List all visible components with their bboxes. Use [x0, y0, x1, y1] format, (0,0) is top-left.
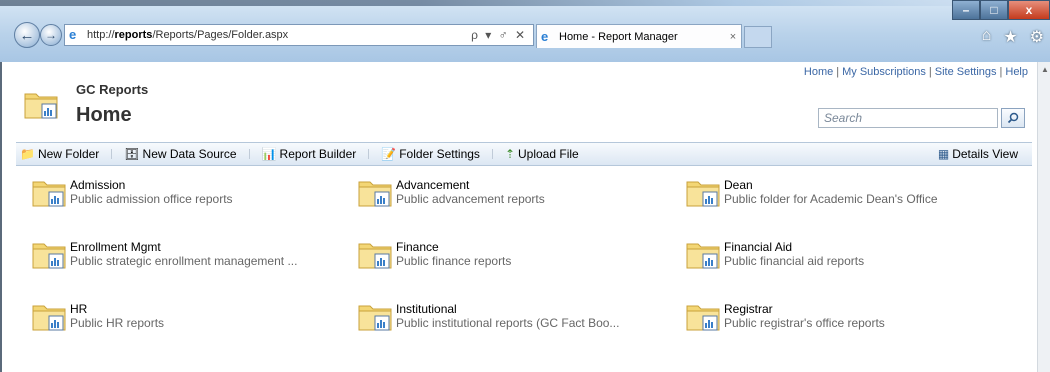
- favorites-star-icon[interactable]: ★: [1003, 27, 1017, 47]
- details-view-icon: ▦: [937, 147, 950, 161]
- folder-description: Public HR reports: [70, 316, 165, 330]
- folder-report-icon: [358, 240, 392, 273]
- folder-description: Public registrar's office reports: [724, 316, 885, 330]
- folder-description: Public folder for Academic Dean's Office: [724, 192, 938, 206]
- report-builder-label: Report Builder: [279, 147, 357, 161]
- toolbar-divider: [248, 149, 250, 159]
- folder-name[interactable]: Dean: [724, 178, 753, 192]
- maximize-button[interactable]: □: [980, 0, 1008, 20]
- vertical-scrollbar[interactable]: ▲: [1037, 62, 1050, 372]
- address-tools[interactable]: ρ ▾ ♂ ✕: [471, 28, 533, 42]
- forward-arrow-icon: →: [45, 28, 57, 42]
- folder-description: Public advancement reports: [396, 192, 545, 206]
- link-site-settings[interactable]: Site Settings: [935, 66, 997, 78]
- folder-report-icon: [32, 240, 66, 273]
- folder-settings-icon: 📝: [381, 147, 397, 161]
- folder-report-icon: [24, 93, 58, 119]
- folder-description: Public admission office reports: [70, 192, 233, 206]
- address-url[interactable]: http://reports/Reports/Pages/Folder.aspx: [87, 29, 471, 41]
- ie-tab-icon: e: [541, 28, 549, 44]
- close-window-button[interactable]: x: [1008, 0, 1050, 20]
- address-bar[interactable]: e http://reports/Reports/Pages/Folder.as…: [64, 24, 534, 46]
- folder-name[interactable]: Finance: [396, 240, 439, 254]
- upload-file-label: Upload File: [518, 147, 579, 161]
- folder-settings-label: Folder Settings: [399, 147, 480, 161]
- folder-name[interactable]: HR: [70, 302, 87, 316]
- new-folder-button[interactable]: 📁 New Folder: [16, 147, 103, 161]
- folder-name[interactable]: Registrar: [724, 302, 773, 316]
- link-help[interactable]: Help: [1005, 66, 1028, 78]
- folder-tile[interactable]: Financial Aid Public financial aid report…: [670, 240, 990, 276]
- details-view-button[interactable]: ▦ Details View: [934, 147, 1032, 161]
- folder-description: Public strategic enrollment management .…: [70, 254, 298, 268]
- report-toolbar: 📁 New Folder 🗄 New Data Source 📊 Report Bui…: [16, 142, 1032, 166]
- new-data-source-label: New Data Source: [142, 147, 237, 161]
- toolbar-divider: [368, 149, 370, 159]
- search-input[interactable]: Search: [818, 108, 998, 128]
- details-view-label: Details View: [952, 147, 1018, 161]
- browser-chrome: – □ x ← → e http://reports/Reports/Pages…: [0, 0, 1050, 62]
- folder-description: Public finance reports: [396, 254, 512, 268]
- folder-settings-button[interactable]: 📝 Folder Settings: [377, 147, 484, 161]
- upload-arrow-icon: ⇡: [504, 147, 515, 161]
- new-folder-label: New Folder: [37, 147, 100, 161]
- folder-report-icon: [686, 178, 720, 211]
- page-content: Home | My Subscriptions | Site Settings | Help…: [0, 62, 1050, 372]
- folder-tile[interactable]: Advancement Public advancement reports: [342, 178, 662, 214]
- toolbar-divider: [491, 149, 493, 159]
- tab-home-report-manager[interactable]: e Home - Report Manager ×: [536, 24, 742, 48]
- folder-report-icon: [32, 302, 66, 335]
- folder-report-icon: [358, 302, 392, 335]
- link-my-subscriptions[interactable]: My Subscriptions: [842, 66, 926, 78]
- toolbar-divider: [111, 149, 113, 159]
- folder-name[interactable]: Institutional: [396, 302, 457, 316]
- new-folder-icon: 📁: [20, 147, 35, 161]
- site-title[interactable]: GC Reports: [76, 82, 148, 97]
- folder-report-icon: [686, 240, 720, 273]
- link-home[interactable]: Home: [804, 66, 833, 78]
- folder-name[interactable]: Advancement: [396, 178, 469, 192]
- window-controls: – □ x: [952, 0, 1050, 20]
- folder-description: Public financial aid reports: [724, 254, 865, 268]
- folder-report-icon: [686, 302, 720, 335]
- folder-tile[interactable]: Registrar Public registrar's office repor…: [670, 302, 990, 338]
- folder-tile[interactable]: Admission Public admission office reports: [16, 178, 336, 214]
- top-links: Home | My Subscriptions | Site Settings | Help: [803, 66, 1028, 78]
- folder-tile[interactable]: Dean Public folder for Academic Dean's Of…: [670, 178, 990, 214]
- folder-name[interactable]: Financial Aid: [724, 240, 792, 254]
- folder-tile[interactable]: HR Public HR reports: [16, 302, 336, 338]
- back-arrow-icon: ←: [19, 26, 35, 44]
- minimize-button[interactable]: –: [952, 0, 980, 20]
- forward-button[interactable]: →: [40, 24, 62, 46]
- folder-tile[interactable]: Enrollment Mgmt Public strategic enrollme…: [16, 240, 336, 276]
- tab-label: Home - Report Manager: [559, 30, 678, 43]
- back-button[interactable]: ←: [14, 22, 40, 48]
- new-tab-button[interactable]: [744, 26, 772, 48]
- upload-file-button[interactable]: ⇡ Upload File: [501, 147, 583, 161]
- folder-report-icon: [358, 178, 392, 211]
- folder-name[interactable]: Admission: [70, 178, 125, 192]
- ie-page-icon: e: [69, 27, 77, 42]
- report-builder-icon: 📊: [261, 147, 277, 161]
- search-icon: [1007, 112, 1019, 124]
- report-builder-button[interactable]: 📊 Report Builder: [258, 147, 361, 161]
- page-title: Home: [76, 104, 132, 126]
- search-button[interactable]: [1001, 108, 1025, 128]
- home-icon[interactable]: ⌂: [982, 27, 992, 47]
- browser-tools: ⌂ ★ ⚙: [982, 27, 1044, 47]
- gear-icon[interactable]: ⚙: [1030, 27, 1044, 47]
- title-bar: [0, 0, 1050, 6]
- folder-description: Public institutional reports (GC Fact Bo…: [396, 316, 620, 330]
- folder-report-icon: [32, 178, 66, 211]
- folder-name[interactable]: Enrollment Mgmt: [70, 240, 161, 254]
- new-data-source-button[interactable]: 🗄 New Data Source: [120, 147, 240, 161]
- folder-tile[interactable]: Finance Public finance reports: [342, 240, 662, 276]
- data-source-icon: 🗄: [124, 147, 140, 161]
- folder-tile[interactable]: Institutional Public institutional report…: [342, 302, 662, 338]
- tab-close-icon[interactable]: ×: [725, 31, 741, 43]
- scroll-up-icon[interactable]: ▲: [1038, 65, 1050, 74]
